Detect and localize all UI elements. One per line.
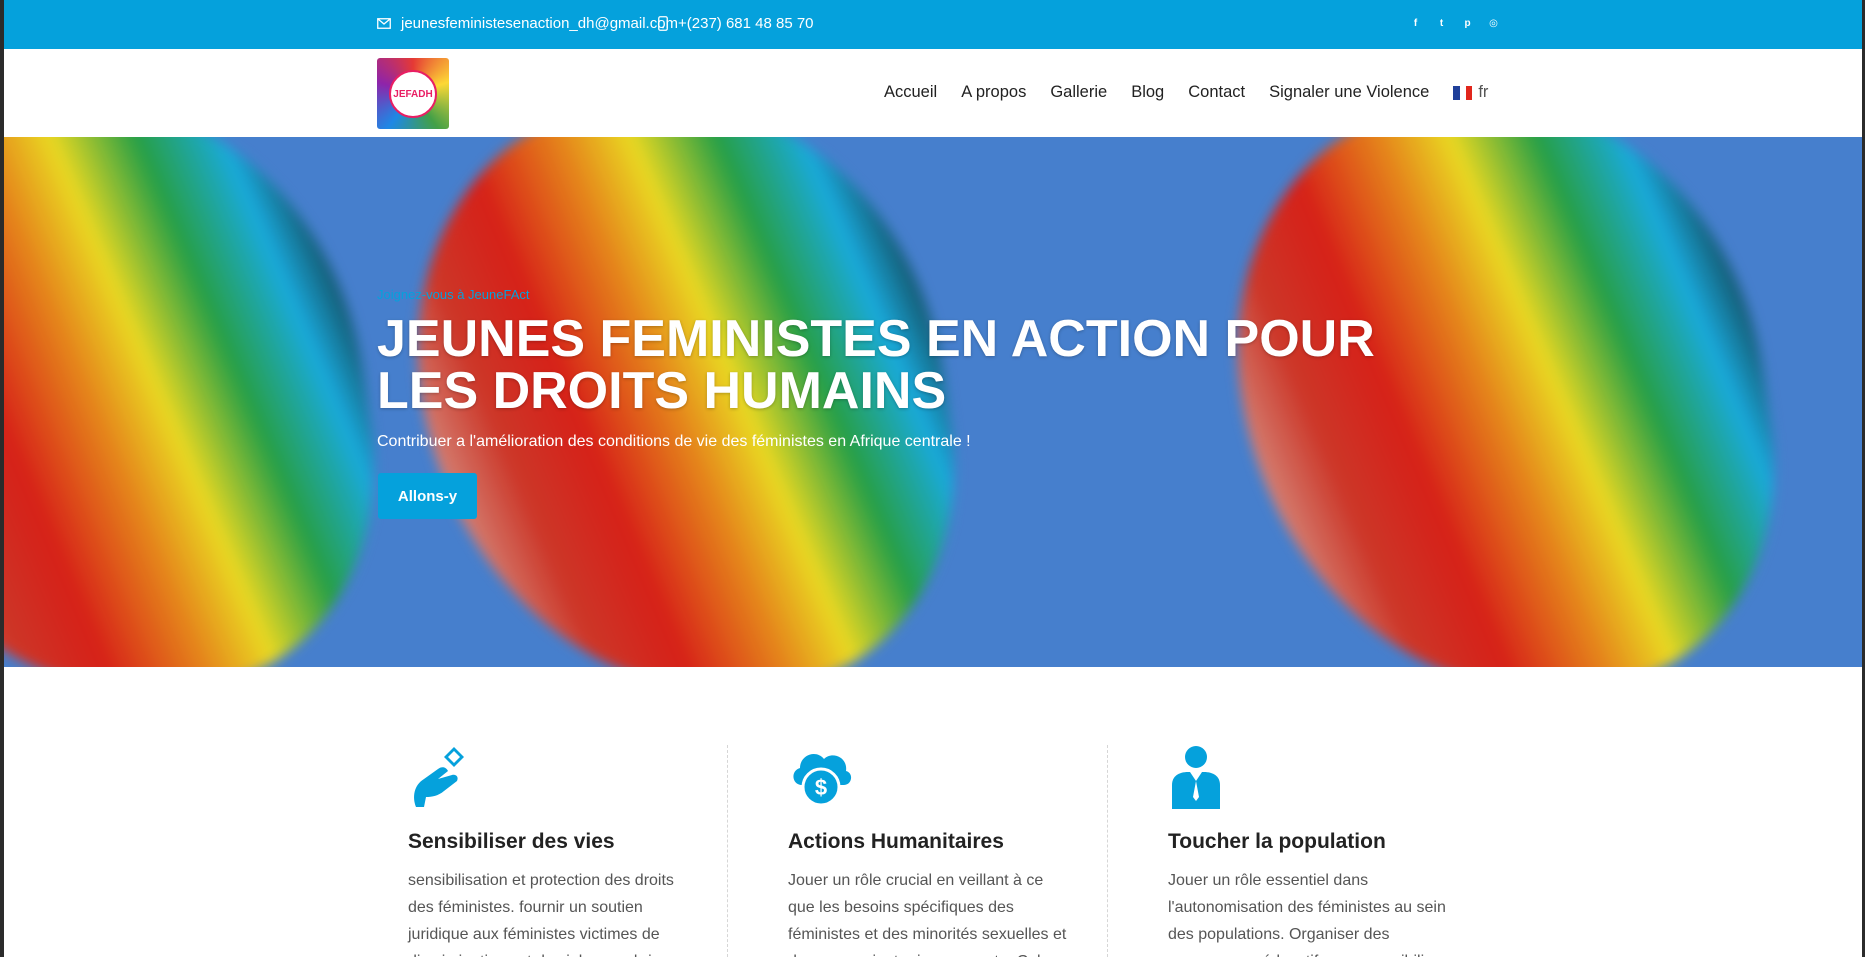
- site-header: JEFADH Accueil A propos Gallerie Blog Co…: [4, 49, 1862, 137]
- envelope-icon: [377, 18, 391, 29]
- logo-text: JEFADH: [389, 70, 437, 118]
- allons-y-button[interactable]: Allons-y: [378, 473, 477, 519]
- language-switcher[interactable]: fr: [1453, 83, 1488, 102]
- feature-title: Toucher la population: [1168, 830, 1386, 853]
- nav-a-propos[interactable]: A propos: [961, 83, 1026, 102]
- phone-text[interactable]: +(237) 681 48 85 70: [678, 15, 814, 32]
- site-logo[interactable]: JEFADH: [377, 58, 449, 129]
- page: jeunesfeministesenaction_dh@gmail.com +(…: [4, 0, 1862, 957]
- email-contact[interactable]: jeunesfeministesenaction_dh@gmail.com: [377, 15, 678, 32]
- feature-title: Sensibiliser des vies: [408, 830, 615, 853]
- svg-text:$: $: [815, 775, 827, 800]
- nav-accueil[interactable]: Accueil: [884, 83, 937, 102]
- instagram-icon[interactable]: ◎: [1487, 17, 1500, 30]
- mobile-phone-icon: [658, 16, 668, 31]
- feature-card: Toucher la population Jouer un rôle esse…: [1168, 745, 1468, 957]
- feature-card: Sensibiliser des vies sensibilisation et…: [408, 745, 708, 957]
- nav-contact[interactable]: Contact: [1188, 83, 1245, 102]
- main-nav: Accueil A propos Gallerie Blog Contact S…: [884, 83, 1488, 102]
- allons-y-label: Allons-y: [397, 487, 458, 505]
- hero-banner: Joignez-vous à JeuneFAct JEUNES FEMINIST…: [4, 137, 1862, 667]
- pinterest-icon[interactable]: p: [1461, 17, 1474, 30]
- person-suit-icon: [1168, 745, 1228, 810]
- phone-contact[interactable]: +(237) 681 48 85 70: [658, 15, 814, 32]
- twitter-icon[interactable]: t: [1435, 17, 1448, 30]
- facebook-icon[interactable]: f: [1409, 17, 1422, 30]
- feature-card: $ Actions Humanitaires Jouer un rôle cru…: [788, 745, 1088, 957]
- cloud-dollar-icon: $: [788, 745, 852, 810]
- hero-kicker: Joignez-vous à JeuneFAct: [377, 287, 530, 302]
- nav-signaler-violence[interactable]: Signaler une Violence: [1269, 83, 1429, 102]
- nav-blog[interactable]: Blog: [1131, 83, 1164, 102]
- nav-gallerie[interactable]: Gallerie: [1050, 83, 1107, 102]
- email-text[interactable]: jeunesfeministesenaction_dh@gmail.com: [401, 15, 678, 32]
- language-label: fr: [1478, 83, 1489, 101]
- feature-text: Jouer un rôle essentiel dans l'autonomis…: [1168, 872, 1446, 957]
- feature-text: sensibilisation et protection des droits…: [408, 872, 674, 957]
- social-links: f t p ◎: [1409, 17, 1500, 30]
- hero-title: JEUNES FEMINISTES EN ACTION POUR LES DRO…: [377, 310, 1375, 420]
- feature-divider: [1107, 745, 1108, 957]
- features-section: Sensibiliser des vies sensibilisation et…: [4, 667, 1862, 957]
- feature-title: Actions Humanitaires: [788, 830, 1004, 853]
- feature-text: Jouer un rôle crucial en veillant à ce q…: [788, 872, 1067, 957]
- french-flag-icon: [1453, 85, 1473, 100]
- top-contact-bar: jeunesfeministesenaction_dh@gmail.com +(…: [4, 0, 1862, 49]
- feature-divider: [727, 745, 728, 957]
- hand-heart-icon: [408, 745, 468, 810]
- hero-subtitle: Contribuer a l'amélioration des conditio…: [377, 433, 971, 450]
